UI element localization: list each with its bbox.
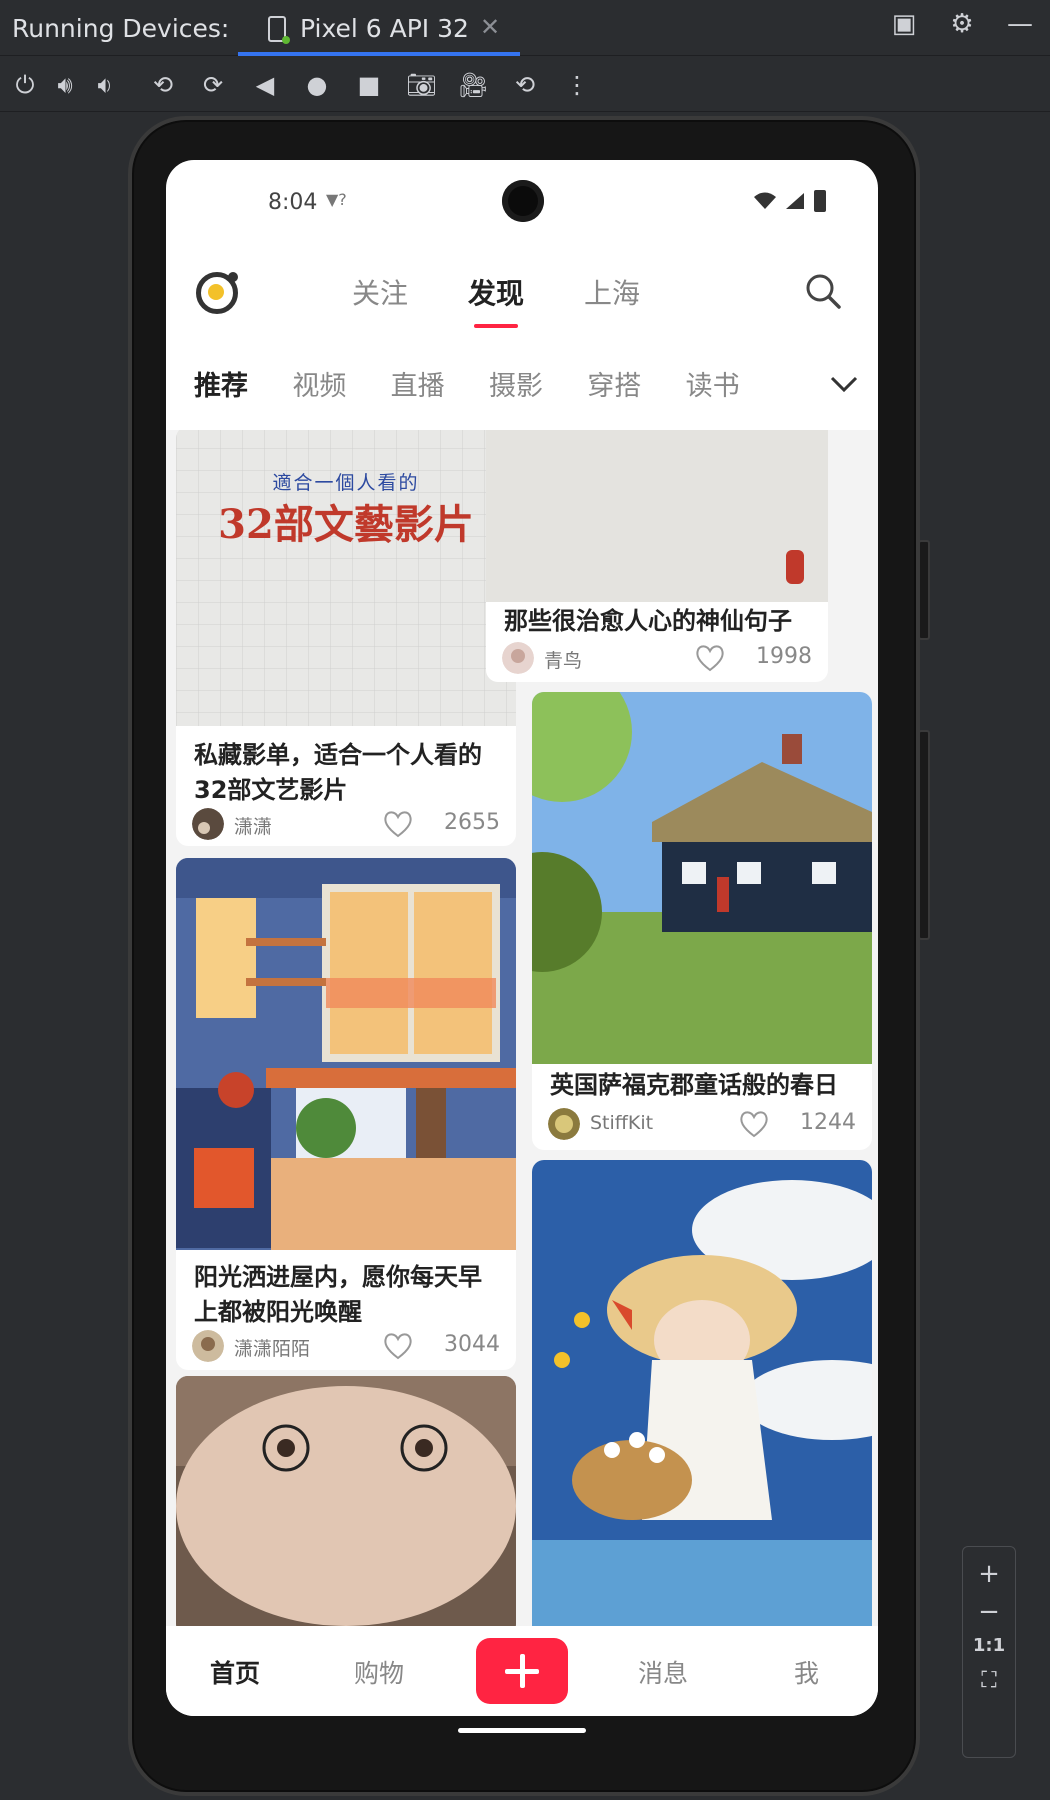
- app-logo-icon[interactable]: [196, 272, 238, 314]
- zoom-controls: + − 1:1 ⛶: [962, 1546, 1016, 1758]
- note-card[interactable]: 阳光洒进屋内，愿你每天早上都被阳光唤醒 潇潇陌陌 3044: [176, 858, 516, 1370]
- gear-icon[interactable]: ⚙: [948, 10, 976, 38]
- back-icon[interactable]: ◀: [250, 70, 280, 100]
- rotate-right-icon[interactable]: ⟳: [198, 70, 228, 100]
- nav-messages[interactable]: 消息: [638, 1654, 688, 1690]
- like-count: 1998: [756, 644, 812, 669]
- card-cover-image: [532, 692, 872, 1064]
- home-icon[interactable]: ●: [302, 70, 332, 100]
- card-cover-image: [176, 858, 516, 1250]
- category-outfit[interactable]: 穿搭: [587, 364, 685, 414]
- author-name[interactable]: 潇潇陌陌: [234, 1334, 310, 1361]
- like-count: 1244: [800, 1110, 856, 1135]
- note-title: 那些很治愈人心的神仙句子: [504, 607, 792, 635]
- like-count: 2655: [444, 810, 500, 835]
- heart-icon[interactable]: [382, 808, 414, 840]
- avatar[interactable]: [192, 1330, 224, 1362]
- author-name[interactable]: 潇潇: [234, 812, 272, 839]
- card-cover-image: [532, 1160, 872, 1626]
- wifi-question-icon: ▼?: [326, 190, 347, 209]
- device-icon: [268, 16, 290, 44]
- cover-title: 32部文藝影片: [218, 501, 474, 548]
- avatar[interactable]: [548, 1108, 580, 1140]
- close-tab-icon[interactable]: ✕: [480, 13, 500, 41]
- screen-record-icon[interactable]: 🎥︎: [458, 70, 488, 100]
- rotate-left-icon[interactable]: ⟲: [148, 70, 178, 100]
- power-button: [918, 540, 930, 640]
- nav-me[interactable]: 我: [794, 1654, 819, 1690]
- note-card[interactable]: 適合一個人看的 32部文藝影片 私藏影单，适合一个人看的32部文艺影片 潇潇 2…: [176, 430, 516, 846]
- status-icons: [754, 190, 826, 212]
- author-name[interactable]: 青鸟: [544, 646, 582, 673]
- note-meta: 潇潇陌陌 3044: [192, 1330, 500, 1364]
- category-reading[interactable]: 读书: [686, 364, 784, 414]
- cover-subtitle: 適合一個人看的: [272, 472, 420, 494]
- zoom-out-button[interactable]: −: [963, 1597, 1015, 1627]
- note-card[interactable]: 那些很治愈人心的神仙句子 青鸟 1998: [486, 430, 828, 682]
- category-live[interactable]: 直播: [391, 364, 489, 414]
- zoom-in-button[interactable]: +: [963, 1559, 1015, 1589]
- note-title: 私藏影单，适合一个人看的32部文艺影片: [194, 741, 482, 804]
- note-title: 英国萨福克郡童话般的春日: [550, 1071, 838, 1099]
- search-icon[interactable]: [804, 272, 842, 310]
- category-video[interactable]: 视频: [292, 364, 390, 414]
- category-recommend[interactable]: 推荐: [194, 364, 292, 414]
- emulator-toolbar: ⏻ 🔊︎ 🔉︎ ⟲ ⟳ ◀ ● ■ 📷︎ 🎥︎ ⟲ ⋮: [0, 56, 1050, 112]
- front-camera: [502, 180, 544, 222]
- minimize-icon[interactable]: —: [1006, 10, 1034, 38]
- layout-icon[interactable]: ▣: [890, 10, 918, 38]
- phone-screen: 8:04 ▼? 关注 发现 上海 推荐 视频 直播 摄影 穿搭 读书 適合一個人…: [166, 160, 878, 1716]
- note-card[interactable]: [176, 1376, 516, 1626]
- heart-icon[interactable]: [738, 1108, 770, 1140]
- fit-screen-icon[interactable]: ⛶: [963, 1668, 1015, 1693]
- battery-icon: [814, 190, 826, 212]
- tab-city[interactable]: 上海: [584, 272, 640, 312]
- tab-discover[interactable]: 发现: [468, 272, 524, 328]
- avatar[interactable]: [192, 808, 224, 840]
- chevron-down-icon[interactable]: [828, 368, 860, 400]
- card-cover-image: [176, 1376, 516, 1626]
- category-tabs: 推荐 视频 直播 摄影 穿搭 读书: [194, 364, 784, 414]
- top-nav: 关注 发现 上海: [352, 272, 640, 328]
- note-title: 阳光洒进屋内，愿你每天早上都被阳光唤醒: [194, 1263, 482, 1326]
- overview-icon[interactable]: ■: [354, 70, 384, 100]
- volume-up-icon[interactable]: 🔊︎: [50, 70, 80, 100]
- status-time: 8:04: [268, 190, 318, 215]
- bottom-nav: 首页 购物 消息 我: [166, 1626, 878, 1716]
- panel-title: Running Devices:: [12, 14, 230, 43]
- note-meta: StiffKit 1244: [548, 1108, 856, 1142]
- volume-down-icon[interactable]: 🔉︎: [90, 70, 120, 100]
- panel-actions: ▣ ⚙ —: [890, 10, 1050, 46]
- category-photography[interactable]: 摄影: [489, 364, 587, 414]
- note-card[interactable]: [532, 1160, 872, 1626]
- running-devices-header: Running Devices: Pixel 6 API 32 ✕ ▣ ⚙ —: [0, 0, 1050, 56]
- heart-icon[interactable]: [694, 642, 726, 674]
- device-tab[interactable]: Pixel 6 API 32 ✕: [238, 0, 520, 56]
- nav-shopping[interactable]: 购物: [354, 1654, 404, 1690]
- avatar[interactable]: [502, 642, 534, 674]
- note-card[interactable]: 英国萨福克郡童话般的春日 StiffKit 1244: [532, 692, 872, 1150]
- wifi-icon: [754, 192, 776, 209]
- note-meta: 潇潇 2655: [192, 808, 500, 842]
- cell-signal-icon: [786, 193, 804, 209]
- note-feed[interactable]: 適合一個人看的 32部文藝影片 私藏影单，适合一个人看的32部文艺影片 潇潇 2…: [166, 430, 878, 1626]
- like-count: 3044: [444, 1332, 500, 1357]
- zoom-actual-size-button[interactable]: 1:1: [963, 1635, 1015, 1656]
- snapshot-icon[interactable]: ⟲: [510, 70, 540, 100]
- power-icon[interactable]: ⏻: [10, 70, 40, 100]
- publish-button[interactable]: [476, 1638, 568, 1704]
- more-icon[interactable]: ⋮: [562, 70, 592, 100]
- card-cover-image: [486, 430, 828, 602]
- heart-icon[interactable]: [382, 1330, 414, 1362]
- gesture-home-bar[interactable]: [458, 1728, 586, 1733]
- device-tab-label: Pixel 6 API 32: [300, 14, 469, 43]
- volume-button: [918, 730, 930, 940]
- nav-home[interactable]: 首页: [210, 1654, 260, 1690]
- note-meta: 青鸟 1998: [502, 642, 812, 676]
- tab-follow[interactable]: 关注: [352, 272, 408, 312]
- screenshot-icon[interactable]: 📷︎: [406, 70, 436, 100]
- author-name[interactable]: StiffKit: [590, 1112, 653, 1134]
